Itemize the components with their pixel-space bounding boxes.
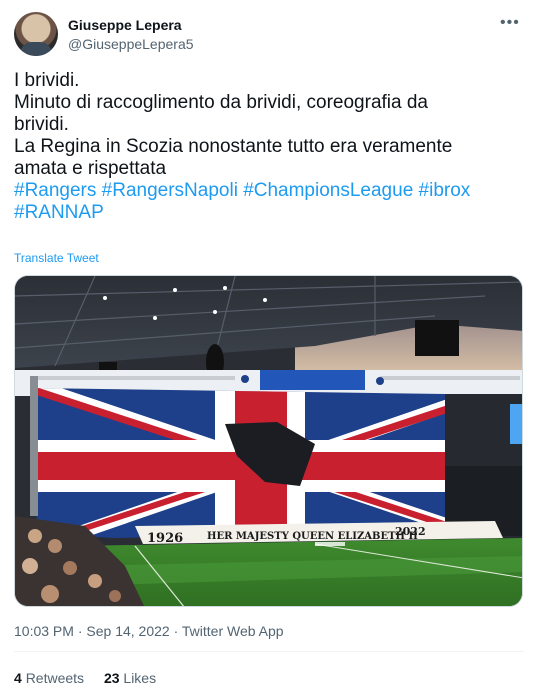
more-horizontal-icon[interactable]: ••• bbox=[500, 15, 520, 32]
banner-year-left: 1926 bbox=[147, 531, 183, 546]
retweets-stat[interactable]: 4 Retweets bbox=[14, 670, 88, 686]
tweet-header: Giuseppe Lepera @GiuseppeLepera5 ••• bbox=[14, 12, 524, 58]
meta-separator: · bbox=[77, 623, 83, 639]
likes-count: 23 bbox=[103, 670, 120, 686]
tweet-line: amata e rispettata bbox=[14, 158, 167, 179]
meta-separator: · bbox=[173, 623, 179, 639]
translate-tweet-link[interactable]: Translate Tweet bbox=[14, 251, 99, 265]
tweet-text: I brividi. Minuto di raccoglimento da br… bbox=[14, 70, 524, 224]
tweet-line: I brividi. bbox=[14, 70, 80, 91]
tweet-date[interactable]: Sep 14, 2022 bbox=[86, 623, 169, 639]
likes-stat[interactable]: 23 Likes bbox=[104, 670, 156, 686]
divider bbox=[14, 651, 524, 652]
likes-label: Likes bbox=[123, 670, 157, 686]
retweets-count: 4 bbox=[14, 670, 22, 686]
author-display-name[interactable]: Giuseppe Lepera bbox=[68, 17, 182, 33]
hashtags-line[interactable]: #RANNAP bbox=[14, 202, 524, 224]
banner-text: HER MAJESTY QUEEN ELIZABETH II bbox=[207, 531, 418, 542]
tweet-photo[interactable]: 1926 HER MAJESTY QUEEN ELIZABETH II 2022 bbox=[14, 275, 523, 607]
avatar[interactable] bbox=[14, 12, 58, 56]
banner-year-right: 2022 bbox=[395, 525, 426, 538]
tweet-line: brividi. bbox=[14, 114, 69, 135]
tweet-time[interactable]: 10:03 PM bbox=[14, 623, 74, 639]
tweet-meta: 10:03 PM · Sep 14, 2022 · Twitter Web Ap… bbox=[14, 623, 284, 639]
author-handle[interactable]: @GiuseppeLepera5 bbox=[68, 36, 194, 52]
stadium-photo: 1926 HER MAJESTY QUEEN ELIZABETH II 2022 bbox=[15, 276, 522, 606]
tweet-source[interactable]: Twitter Web App bbox=[182, 623, 284, 639]
tweet-stats: 4 Retweets 23 Likes bbox=[14, 670, 172, 686]
tweet-line: La Regina in Scozia nonostante tutto era… bbox=[14, 136, 453, 157]
tweet-line: Minuto di raccoglimento da brividi, core… bbox=[14, 92, 428, 113]
retweets-label: Retweets bbox=[25, 670, 85, 686]
hashtags-line[interactable]: #Rangers #RangersNapoli #ChampionsLeague… bbox=[14, 180, 524, 202]
